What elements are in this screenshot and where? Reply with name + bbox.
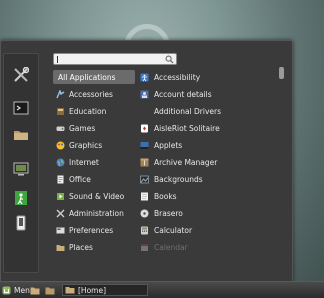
category-sound-video[interactable]: Sound & Video — [53, 189, 135, 203]
category-label: Places — [69, 242, 93, 252]
category-preferences[interactable]: Preferences — [53, 223, 135, 237]
internet-icon — [56, 158, 65, 167]
folder-icon — [56, 243, 65, 252]
disc-icon — [140, 209, 149, 218]
office-icon — [56, 175, 65, 184]
app-label: Brasero — [154, 208, 183, 218]
logout-icon[interactable] — [12, 189, 30, 207]
app-brasero[interactable]: Brasero — [140, 206, 276, 220]
app-label: Books — [154, 191, 177, 201]
app-applets[interactable]: Applets — [140, 138, 276, 152]
folder-icon[interactable] — [12, 126, 30, 144]
blank-icon — [140, 107, 149, 116]
category-accessories[interactable]: Accessories — [53, 87, 135, 101]
app-list-scrollbar[interactable] — [279, 67, 284, 79]
category-label: Education — [69, 106, 107, 116]
app-backgrounds[interactable]: Backgrounds — [140, 172, 276, 186]
app-label: Accessibility — [154, 72, 201, 82]
preferences-icon — [56, 226, 65, 235]
category-label: Accessories — [69, 89, 113, 99]
education-icon — [56, 107, 65, 116]
app-label: Backgrounds — [154, 174, 203, 184]
category-label: Games — [69, 123, 96, 133]
category-education[interactable]: Education — [53, 104, 135, 118]
app-additional-drivers[interactable]: Additional Drivers — [140, 104, 276, 118]
taskbar-window-label: [Home] — [78, 285, 107, 295]
app-archive-manager[interactable]: Archive Manager — [140, 155, 276, 169]
archive-icon — [140, 158, 149, 167]
folder-icon — [30, 287, 40, 294]
favorites-sidebar — [3, 53, 39, 273]
category-label: Graphics — [69, 140, 103, 150]
category-label: Internet — [69, 157, 99, 167]
graphics-icon — [56, 141, 65, 150]
category-administration[interactable]: Administration — [53, 206, 135, 220]
app-label: Additional Drivers — [154, 106, 222, 116]
files-launcher[interactable] — [45, 285, 55, 295]
shutdown-icon[interactable] — [12, 214, 30, 232]
applets-icon — [140, 141, 149, 150]
app-label: Archive Manager — [154, 157, 218, 167]
show-desktop-launcher[interactable] — [30, 285, 40, 295]
category-internet[interactable]: Internet — [53, 155, 135, 169]
sound-video-icon — [56, 192, 65, 201]
category-label: Office — [69, 174, 91, 184]
category-label: Sound & Video — [69, 191, 125, 201]
text-cursor — [57, 56, 58, 63]
app-accessibility[interactable]: Accessibility — [140, 70, 276, 84]
app-calculator[interactable]: Calculator — [140, 223, 276, 237]
games-icon — [56, 124, 65, 133]
category-graphics[interactable]: Graphics — [53, 138, 135, 152]
application-menu: All Applications Accessories Education G… — [0, 40, 293, 283]
search-icon[interactable] — [165, 55, 174, 64]
accessories-icon — [56, 89, 65, 99]
app-label: Calculator — [154, 225, 193, 235]
bottom-panel: Menu [Home] — [0, 281, 324, 298]
app-label: AisleRiot Solitaire — [154, 123, 220, 133]
category-places[interactable]: Places — [53, 240, 135, 254]
administration-icon — [56, 209, 65, 218]
books-icon — [140, 192, 149, 201]
app-label: Applets — [154, 140, 183, 150]
app-aisleriot-solitaire[interactable]: AisleRiot Solitaire — [140, 121, 276, 135]
search-input[interactable] — [53, 53, 177, 65]
app-calendar[interactable]: Calendar — [140, 240, 276, 254]
taskbar-window-home[interactable]: [Home] — [62, 284, 148, 296]
terminal-icon[interactable] — [12, 99, 30, 117]
display-lock-icon[interactable] — [12, 160, 30, 178]
app-label: Calendar — [154, 242, 188, 252]
accessibility-icon — [140, 73, 149, 82]
app-account-details[interactable]: Account details — [140, 87, 276, 101]
folder-icon — [65, 287, 75, 294]
category-all-applications[interactable]: All Applications — [53, 70, 135, 84]
calculator-icon — [140, 226, 149, 235]
app-label: Account details — [154, 89, 212, 99]
category-label: Administration — [69, 208, 124, 218]
mint-menu-icon — [2, 286, 11, 294]
category-label: All Applications — [58, 72, 116, 82]
settings-tools-icon[interactable] — [12, 66, 30, 84]
account-icon — [140, 90, 149, 99]
category-label: Preferences — [69, 225, 114, 235]
folder-icon — [45, 287, 55, 294]
cards-icon — [140, 124, 149, 133]
category-office[interactable]: Office — [53, 172, 135, 186]
category-games[interactable]: Games — [53, 121, 135, 135]
calendar-icon — [140, 243, 149, 252]
app-books[interactable]: Books — [140, 189, 276, 203]
backgrounds-icon — [140, 175, 149, 184]
